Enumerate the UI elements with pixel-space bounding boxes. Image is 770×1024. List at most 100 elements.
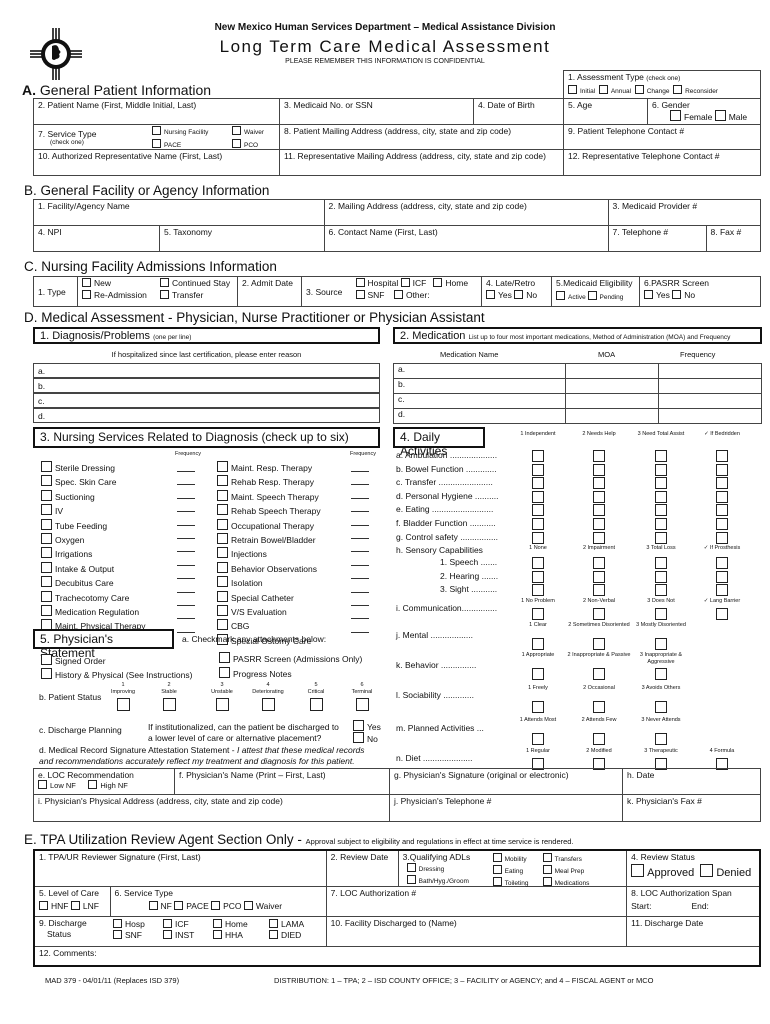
service-nf-checkbox[interactable]: NF [148,900,172,911]
medication-row-c[interactable]: c. [393,393,566,409]
checkbox[interactable] [309,698,323,711]
frequency-b[interactable] [658,378,762,394]
adl-item-option-2-checkbox[interactable] [593,450,605,462]
checkbox[interactable] [41,533,52,545]
checkbox[interactable] [41,561,52,573]
adl-item-option-1-checkbox[interactable] [532,477,544,490]
adl-toileting-checkbox[interactable]: Toileting [492,877,529,889]
adl-item-option-3-checkbox[interactable] [655,450,667,462]
medication-row-d[interactable]: d. [393,408,566,424]
frequency-blank[interactable] [177,484,195,486]
adl-item-option-3-checkbox[interactable] [655,531,667,544]
adl-eating-checkbox[interactable]: Eating [492,865,529,877]
frequency-blank[interactable] [177,551,195,553]
nursing-service-item[interactable]: CBG [217,619,321,633]
sensory-option-3-checkbox[interactable] [655,557,667,569]
mental-option-2-checkbox[interactable] [593,638,605,650]
adl-medications-checkbox[interactable]: Medications [542,877,589,889]
adl-item-option-3-checkbox[interactable] [655,504,667,517]
discharge-status-option[interactable]: DIED [269,929,319,941]
mental-option-1-checkbox[interactable] [532,638,544,650]
checkbox[interactable] [41,518,52,530]
facility-name-field[interactable]: 1. Facility/Agency Name [33,199,325,226]
frequency-blank[interactable] [177,538,195,539]
frequency-d[interactable] [658,408,762,424]
frequency-blank[interactable] [177,471,195,472]
nursing-service-item[interactable]: V/S Evaluation [217,605,321,619]
attachment-history-physical[interactable]: History & Physical (See Instructions) [41,668,192,680]
discharge-status-option[interactable]: SNF [113,929,163,941]
assessment-annual-checkbox[interactable]: Annual [598,85,631,95]
checkbox[interactable] [41,590,52,602]
behavior-option-3-checkbox[interactable] [655,668,667,680]
assessment-initial-checkbox[interactable]: Initial [568,85,595,95]
frequency-blank[interactable] [351,524,369,526]
sensory-option-2-checkbox[interactable] [593,570,605,583]
patient-status-option[interactable]: 4 Deteriorating [243,682,293,711]
adl-meal-prep-checkbox[interactable]: Meal Prep [542,865,590,877]
frequency-blank[interactable] [351,471,369,472]
checkbox[interactable] [162,698,176,711]
loc-low-nf-checkbox[interactable]: Low NF [38,780,76,790]
nursing-service-item[interactable]: Oxygen [41,533,147,547]
gender-male-checkbox[interactable]: Male [714,110,747,122]
patient-phone-field[interactable]: 9. Patient Telephone Contact # [563,124,761,150]
frequency-blank[interactable] [351,551,369,553]
communication-option-4-checkbox[interactable] [716,608,728,620]
late-retro-no-checkbox[interactable]: No [514,290,537,300]
service-nursing-facility-checkbox[interactable]: Nursing Facility [152,126,208,136]
nursing-service-item[interactable]: Decubitus Care [41,576,147,590]
sensory-option-2-checkbox[interactable] [593,557,605,569]
nursing-service-item[interactable]: Irrigations [41,547,147,561]
npi-field[interactable]: 4. NPI [33,225,160,252]
discharge-status-option[interactable]: Home [213,918,269,930]
physician-address-field[interactable]: i. Physician's Physical Address (address… [33,794,390,822]
discharge-no-checkbox[interactable]: No [353,732,378,744]
checkbox[interactable] [217,475,228,487]
adl-mobility-checkbox[interactable]: Mobility [492,853,529,865]
discharge-status-option[interactable]: INST [163,929,213,941]
checkbox[interactable] [41,576,52,588]
diagnosis-row-a[interactable]: a. [33,363,380,378]
contact-name-field[interactable]: 6. Contact Name (First, Last) [323,225,609,252]
eligibility-active-checkbox[interactable]: Active [556,291,586,301]
source-hospital-checkbox[interactable]: Hospital [355,278,398,288]
adl-item-option-1-checkbox[interactable] [532,450,544,462]
adl-item-option-4-checkbox[interactable] [716,518,728,530]
sensory-option-1-checkbox[interactable] [532,557,544,569]
patient-status-option[interactable]: 1 Improving [98,682,148,711]
sensory-option-1-checkbox[interactable] [532,570,544,583]
adl-transfers-checkbox[interactable]: Transfers [542,853,590,865]
checkbox[interactable] [355,698,369,711]
diagnosis-row-b[interactable]: b. [33,378,380,393]
span-start[interactable]: Start: [631,901,651,911]
frequency-blank[interactable] [177,511,195,513]
level-hnf-checkbox[interactable]: HNF [39,900,68,911]
checkbox[interactable] [217,461,228,472]
adl-item-option-4-checkbox[interactable] [716,504,728,517]
communication-option-2-checkbox[interactable] [593,608,605,620]
adl-item-option-2-checkbox[interactable] [593,463,605,476]
frequency-a[interactable] [658,363,762,379]
nursing-service-item[interactable]: Rehab Resp. Therapy [217,475,321,489]
adl-item-option-3-checkbox[interactable] [655,477,667,490]
communication-option-1-checkbox[interactable] [532,608,544,620]
source-other-checkbox[interactable]: Other: [393,290,430,300]
nursing-service-item[interactable]: Medication Regulation [41,605,147,619]
adl-item-option-1-checkbox[interactable] [532,518,544,530]
facility-fax-field[interactable]: 8. Fax # [705,225,762,252]
checkbox[interactable] [116,698,130,711]
checkbox[interactable] [217,533,228,545]
attachment-progress-notes[interactable]: Progress Notes [219,667,292,679]
physician-name-field[interactable]: f. Physician's Name (Print – First, Last… [174,768,390,795]
dob-field[interactable]: 4. Date of Birth [473,98,564,125]
discharge-status-option[interactable]: Hosp [113,918,163,930]
facility-discharged-field[interactable]: 10. Facility Discharged to (Name) [325,915,628,947]
late-retro-yes-checkbox[interactable]: Yes [486,290,512,300]
frequency-c[interactable] [658,393,762,409]
facility-telephone-field[interactable]: 7. Telephone # [607,225,707,252]
rep-name-field[interactable]: 10. Authorized Representative Name (Firs… [33,149,280,176]
sociability-option-3-checkbox[interactable] [655,701,667,713]
nursing-service-item[interactable]: Rehab Speech Therapy [217,504,321,518]
frequency-blank[interactable] [351,591,369,593]
